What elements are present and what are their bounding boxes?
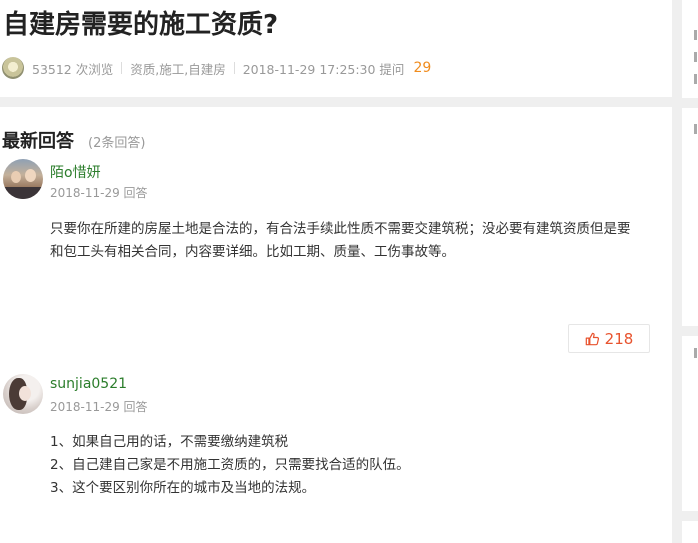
answer-line: 1、如果自己用的话，不需要缴纳建筑税 xyxy=(50,434,289,450)
question-card: 自建房需要的施工资质? 53512 次浏览 资质,施工,自建房 2018-11-… xyxy=(0,0,672,97)
question-timestamp: 2018-11-29 17:25:30 提问 xyxy=(242,61,405,77)
divider xyxy=(121,62,123,74)
like-button[interactable]: 218 xyxy=(568,324,650,353)
main-content: 自建房需要的施工资质? 53512 次浏览 资质,施工,自建房 2018-11-… xyxy=(0,0,672,543)
answer-line: 只要你在所建的房屋土地是合法的，有合法手续此性质不需要交建筑税；没必要有建筑资质… xyxy=(50,221,631,237)
question-meta: 53512 次浏览 资质,施工,自建房 2018-11-29 17:25:30 … xyxy=(2,56,431,80)
divider xyxy=(233,62,235,74)
answer-date: 2018-11-29 回答 xyxy=(50,400,148,414)
section-title: 最新回答 xyxy=(2,131,74,152)
answer-line: 2、自己建自己家是不用施工资质的，只需要找合适的队伍。 xyxy=(50,457,410,473)
answer-line: 3、这个要区别你所在的城市及当地的法规。 xyxy=(50,480,316,496)
answer-count-label: (2条回答) xyxy=(88,136,146,151)
answer-line: 和包工头有相关合同，内容要详细。比如工期、质量、工伤事故等。 xyxy=(50,244,455,260)
answer-date: 2018-11-29 回答 xyxy=(50,186,148,200)
answer-username[interactable]: 陌o惜妍 xyxy=(50,162,101,182)
sidebar-panel xyxy=(682,336,698,511)
view-count: 53512 次浏览 xyxy=(32,61,114,77)
sidebar-panel xyxy=(682,108,698,326)
question-title: 自建房需要的施工资质? xyxy=(3,10,279,40)
like-count: 218 xyxy=(604,329,634,348)
answers-heading: 最新回答 (2条回答) xyxy=(2,127,145,153)
answer-body: 只要你在所建的房屋土地是合法的，有合法手续此性质不需要交建筑税；没必要有建筑资质… xyxy=(50,218,660,264)
asker-avatar[interactable] xyxy=(2,57,24,79)
thumbs-up-icon xyxy=(585,332,599,345)
sidebar-panel xyxy=(682,0,698,98)
avatar[interactable] xyxy=(3,374,43,414)
sidebar-panel xyxy=(682,521,698,543)
avatar[interactable] xyxy=(3,159,43,199)
answer-body: 1、如果自己用的话，不需要缴纳建筑税 2、自己建自己家是不用施工资质的，只需要找… xyxy=(50,431,660,500)
answer-username[interactable]: sunjia0521 xyxy=(50,376,127,392)
question-tags[interactable]: 资质,施工,自建房 xyxy=(130,59,225,78)
answer-count-badge[interactable]: 29 xyxy=(413,60,431,76)
